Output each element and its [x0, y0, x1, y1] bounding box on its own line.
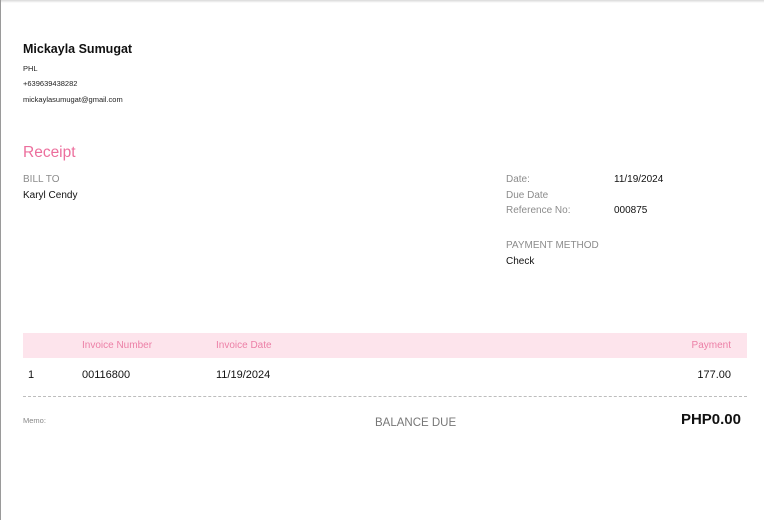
- payment-method-value: Check: [506, 256, 535, 267]
- document-title: Receipt: [23, 144, 76, 161]
- row-invoice-date: 11/19/2024: [216, 369, 271, 381]
- balance-due-value: PHP0.00: [680, 411, 741, 428]
- business-phone: +639639438282: [23, 79, 78, 88]
- business-email: mickaylasumugat@gmail.com: [23, 95, 123, 104]
- date-value: 11/19/2024: [614, 174, 664, 185]
- row-payment: 177.00: [697, 369, 731, 381]
- memo-label: Memo:: [23, 416, 46, 425]
- due-date-label: Due Date: [506, 190, 549, 201]
- table-header-invoice-date: Invoice Date: [216, 340, 272, 351]
- payment-method-label: PAYMENT METHOD: [506, 240, 599, 251]
- reference-value: 000875: [614, 205, 648, 216]
- table-header-invoice-number: Invoice Number: [82, 340, 153, 351]
- bill-to-name: Karyl Cendy: [23, 190, 78, 201]
- receipt-page: Mickayla Sumugat PHL +639639438282 micka…: [0, 0, 764, 520]
- bill-to-label: BILL TO: [23, 174, 60, 185]
- balance-due-label: BALANCE DUE: [375, 417, 457, 429]
- page-top-edge: [1, 0, 764, 3]
- table-header-payment: Payment: [691, 340, 731, 351]
- row-invoice-number: 00116800: [82, 369, 131, 381]
- table-divider: [23, 396, 747, 397]
- row-number: 1: [28, 369, 35, 381]
- date-label: Date:: [506, 174, 530, 185]
- business-country: PHL: [23, 64, 38, 73]
- business-name: Mickayla Sumugat: [23, 42, 133, 56]
- reference-label: Reference No:: [506, 205, 571, 216]
